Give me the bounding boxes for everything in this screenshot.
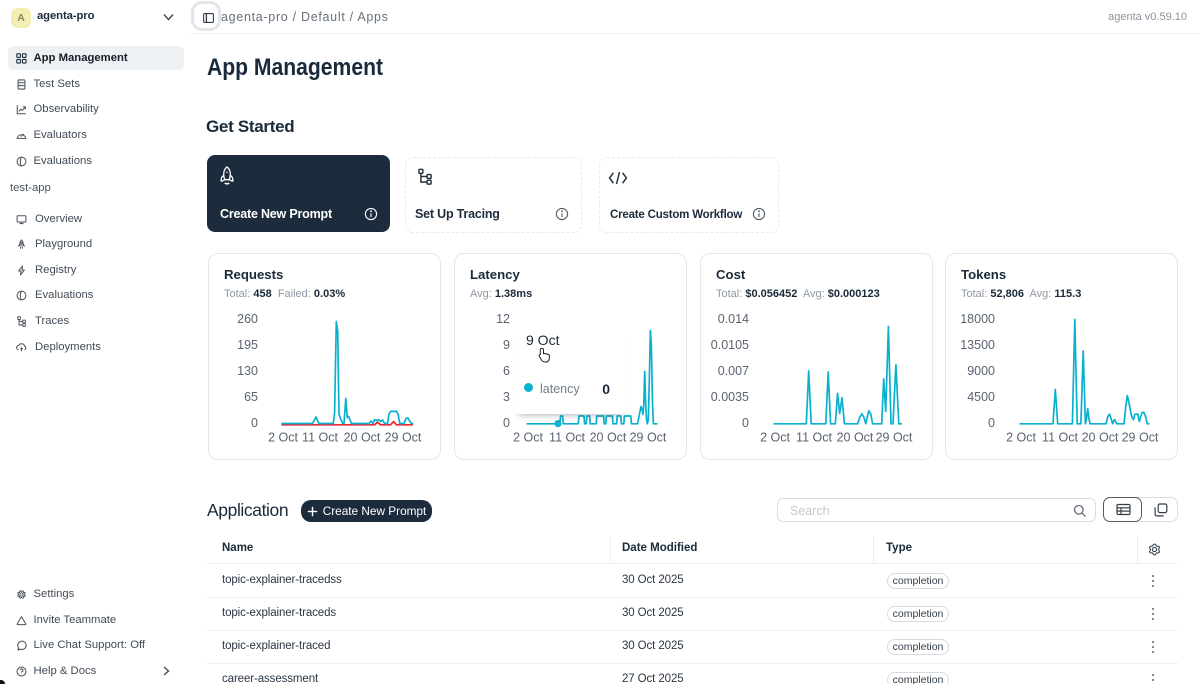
svg-text:9000: 9000: [967, 364, 995, 378]
svg-text:2 Oct: 2 Oct: [513, 431, 543, 445]
svg-text:29 Oct: 29 Oct: [630, 431, 667, 445]
svg-text:29 Oct: 29 Oct: [1122, 431, 1159, 445]
svg-text:20 Oct: 20 Oct: [590, 431, 627, 445]
svg-text:29 Oct: 29 Oct: [876, 431, 913, 445]
svg-text:260: 260: [237, 312, 258, 326]
svg-text:0: 0: [742, 416, 749, 430]
svg-text:2 Oct: 2 Oct: [268, 431, 298, 445]
svg-text:6: 6: [503, 364, 510, 378]
svg-text:11 Oct: 11 Oct: [1042, 431, 1078, 445]
svg-text:0.0035: 0.0035: [711, 390, 749, 404]
svg-text:3: 3: [503, 390, 510, 404]
svg-text:0.014: 0.014: [718, 312, 749, 326]
svg-text:11 Oct: 11 Oct: [549, 431, 585, 445]
svg-text:20 Oct: 20 Oct: [1082, 431, 1119, 445]
svg-text:12: 12: [496, 312, 510, 326]
svg-text:4500: 4500: [967, 390, 995, 404]
svg-text:0: 0: [251, 416, 258, 430]
svg-text:65: 65: [244, 390, 258, 404]
svg-text:0.0105: 0.0105: [711, 338, 749, 352]
svg-text:2 Oct: 2 Oct: [760, 431, 790, 445]
svg-text:0.007: 0.007: [718, 364, 749, 378]
svg-text:11 Oct: 11 Oct: [302, 431, 338, 445]
svg-text:0: 0: [503, 416, 510, 430]
svg-text:20 Oct: 20 Oct: [344, 431, 381, 445]
svg-text:130: 130: [237, 364, 258, 378]
svg-text:13500: 13500: [960, 338, 995, 352]
svg-text:29 Oct: 29 Oct: [385, 431, 422, 445]
svg-text:11 Oct: 11 Oct: [796, 431, 832, 445]
svg-text:18000: 18000: [960, 312, 995, 326]
svg-text:2 Oct: 2 Oct: [1006, 431, 1036, 445]
svg-text:0: 0: [988, 416, 995, 430]
svg-text:9: 9: [503, 338, 510, 352]
svg-text:20 Oct: 20 Oct: [837, 431, 874, 445]
svg-text:195: 195: [237, 338, 258, 352]
